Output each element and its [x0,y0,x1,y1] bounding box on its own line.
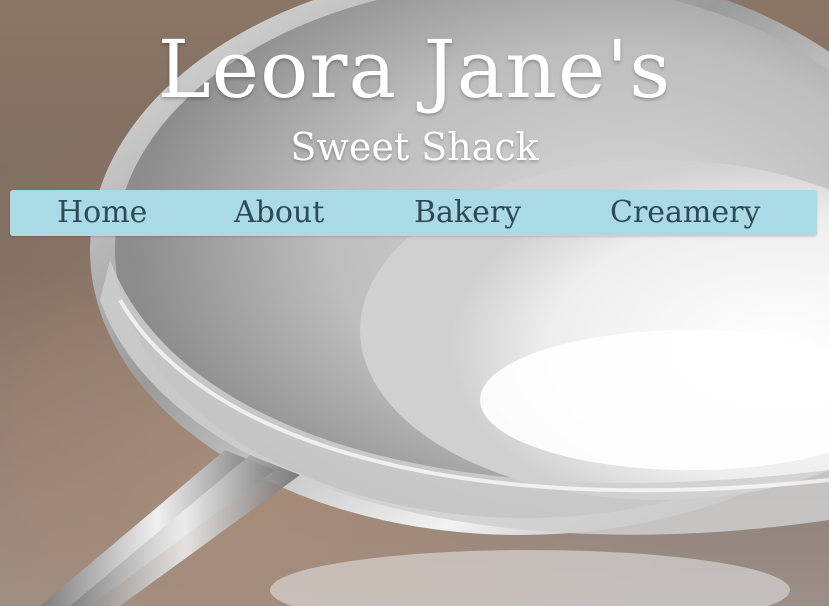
nav-item-home[interactable]: Home [57,190,147,236]
nav-item-about[interactable]: About [234,190,324,236]
main-nav-bar: Home About Bakery Creamery [10,190,817,236]
nav-item-creamery[interactable]: Creamery [610,190,760,236]
site-title: Leora Jane's [157,23,672,116]
nav-item-bakery[interactable]: Bakery [414,190,521,236]
site-subtitle: Sweet Shack [290,125,539,169]
